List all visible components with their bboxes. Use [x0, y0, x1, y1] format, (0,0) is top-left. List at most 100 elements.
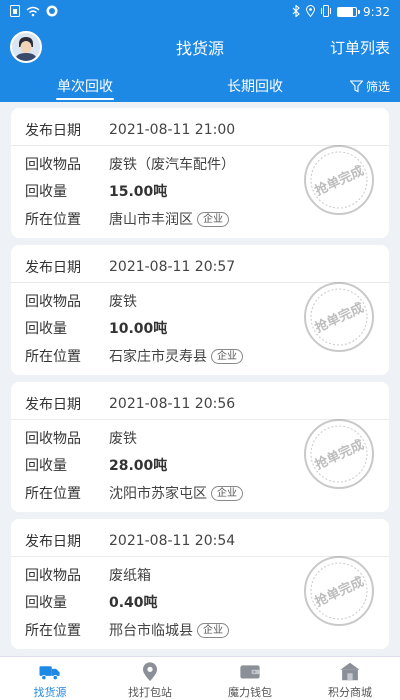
- order-card[interactable]: 发布日期 2021-08-11 20:57 回收物品 废铁 回收量 10.00吨…: [11, 245, 389, 375]
- amount-value: 28.00吨: [109, 458, 168, 474]
- location-label: 所在位置: [25, 623, 81, 639]
- wallet-icon: [240, 665, 260, 679]
- stamp-text: 抢单完成: [312, 163, 366, 199]
- enterprise-badge: 企业: [197, 211, 229, 227]
- nav-find-goods[interactable]: 找货源: [0, 657, 100, 700]
- date-value: 2021-08-11 21:00: [109, 122, 236, 138]
- order-completed-stamp: 抢单完成: [304, 145, 374, 215]
- enterprise-badge: 企业: [211, 348, 243, 364]
- location-status-icon: [306, 5, 316, 19]
- battery-icon: [337, 7, 361, 17]
- nav-label: 找货源: [33, 686, 67, 699]
- order-card[interactable]: 发布日期 2021-08-11 20:56 回收物品 废铁 回收量 28.00吨…: [11, 382, 389, 512]
- enterprise-badge: 企业: [197, 622, 229, 638]
- date-label: 发布日期: [25, 260, 81, 276]
- item-row: 回收物品 废铁: [25, 291, 137, 311]
- location-value: 石家庄市灵寿县: [109, 349, 207, 365]
- item-label: 回收物品: [25, 294, 81, 310]
- stamp-text: 抢单完成: [312, 437, 366, 473]
- nav-wallet[interactable]: 魔力钱包: [200, 657, 300, 700]
- location-value: 沈阳市苏家屯区: [109, 486, 207, 502]
- location-icon: [143, 662, 157, 682]
- order-completed-stamp: 抢单完成: [304, 282, 374, 352]
- date-row: 发布日期 2021-08-11 20:57: [25, 257, 235, 277]
- item-value: 废纸箱: [109, 568, 151, 584]
- location-label: 所在位置: [25, 486, 81, 502]
- location-row: 所在位置 石家庄市灵寿县 企业: [25, 346, 243, 366]
- item-row: 回收物品 废铁: [25, 428, 137, 448]
- app-header: 找货源 订单列表: [0, 24, 400, 70]
- date-row: 发布日期 2021-08-11 21:00: [25, 120, 235, 140]
- location-value: 唐山市丰润区: [109, 212, 193, 228]
- date-value: 2021-08-11 20:57: [109, 259, 236, 275]
- amount-value: 15.00吨: [109, 184, 168, 200]
- user-avatar-icon: [12, 33, 40, 61]
- order-card[interactable]: 发布日期 2021-08-11 20:54 回收物品 废纸箱 回收量 0.40吨…: [11, 519, 389, 649]
- enterprise-badge: 企业: [211, 485, 243, 501]
- nav-find-station[interactable]: 找打包站: [100, 657, 200, 700]
- date-row: 发布日期 2021-08-11 20:56: [25, 394, 235, 414]
- stamp-text: 抢单完成: [312, 574, 366, 610]
- amount-label: 回收量: [25, 184, 67, 200]
- filter-button[interactable]: 筛选: [349, 70, 390, 102]
- avatar[interactable]: [10, 31, 42, 63]
- status-bar: 9:32: [0, 0, 400, 24]
- location-row: 所在位置 沈阳市苏家屯区 企业: [25, 483, 243, 503]
- location-label: 所在位置: [25, 349, 81, 365]
- item-value: 废铁: [109, 294, 137, 310]
- tab-bar: 单次回收 长期回收 筛选: [0, 70, 400, 102]
- filter-icon: [349, 79, 363, 92]
- wifi-icon: [26, 6, 40, 19]
- date-value: 2021-08-11 20:56: [109, 396, 236, 412]
- item-row: 回收物品 废纸箱: [25, 565, 151, 585]
- location-value: 邢台市临城县: [109, 623, 193, 639]
- tab-single-recycle[interactable]: 单次回收: [0, 70, 170, 102]
- date-value: 2021-08-11 20:54: [109, 533, 236, 549]
- item-row: 回收物品 废铁（废汽车配件）: [25, 154, 235, 174]
- sim-icon: [10, 5, 20, 19]
- amount-value: 0.40吨: [109, 595, 158, 611]
- bottom-nav: 找货源 找打包站 魔力钱包 积分商城: [0, 656, 400, 700]
- date-row: 发布日期 2021-08-11 20:54: [25, 531, 235, 551]
- date-label: 发布日期: [25, 397, 81, 413]
- location-label: 所在位置: [25, 212, 81, 228]
- amount-label: 回收量: [25, 595, 67, 611]
- status-right: 9:32: [292, 4, 390, 19]
- battery-fill: [338, 8, 354, 16]
- nav-label: 魔力钱包: [228, 686, 272, 699]
- item-value: 废铁（废汽车配件）: [109, 157, 235, 173]
- nav-label: 找打包站: [128, 686, 172, 699]
- date-label: 发布日期: [25, 123, 81, 139]
- amount-value: 10.00吨: [109, 321, 168, 337]
- date-label: 发布日期: [25, 534, 81, 550]
- order-list: 发布日期 2021-08-11 21:00 回收物品 废铁（废汽车配件） 回收量…: [0, 102, 400, 656]
- amount-label: 回收量: [25, 321, 67, 337]
- item-label: 回收物品: [25, 568, 81, 584]
- store-icon: [340, 662, 360, 681]
- filter-label: 筛选: [365, 79, 390, 94]
- amount-row: 回收量 15.00吨: [25, 181, 167, 201]
- stamp-text: 抢单完成: [312, 300, 366, 336]
- order-completed-stamp: 抢单完成: [304, 556, 374, 626]
- amount-label: 回收量: [25, 458, 67, 474]
- order-list-button[interactable]: 订单列表: [330, 37, 390, 58]
- vibrate-icon: [321, 5, 332, 19]
- amount-row: 回收量 10.00吨: [25, 318, 167, 338]
- order-card[interactable]: 发布日期 2021-08-11 21:00 回收物品 废铁（废汽车配件） 回收量…: [11, 108, 389, 238]
- amount-row: 回收量 28.00吨: [25, 455, 167, 475]
- nav-label: 积分商城: [328, 686, 372, 699]
- bluetooth-icon: [292, 4, 300, 19]
- clock: 9:32: [363, 5, 390, 19]
- tab-long-term-recycle[interactable]: 长期回收: [170, 70, 340, 102]
- location-row: 所在位置 唐山市丰润区 企业: [25, 209, 229, 229]
- item-label: 回收物品: [25, 431, 81, 447]
- truck-icon: [39, 666, 60, 681]
- item-value: 废铁: [109, 431, 137, 447]
- status-left: [10, 5, 58, 19]
- app-notification-icon: [46, 5, 58, 19]
- item-label: 回收物品: [25, 157, 81, 173]
- order-completed-stamp: 抢单完成: [304, 419, 374, 489]
- location-row: 所在位置 邢台市临城县 企业: [25, 620, 229, 640]
- amount-row: 回收量 0.40吨: [25, 592, 158, 612]
- nav-points-store[interactable]: 积分商城: [300, 657, 400, 700]
